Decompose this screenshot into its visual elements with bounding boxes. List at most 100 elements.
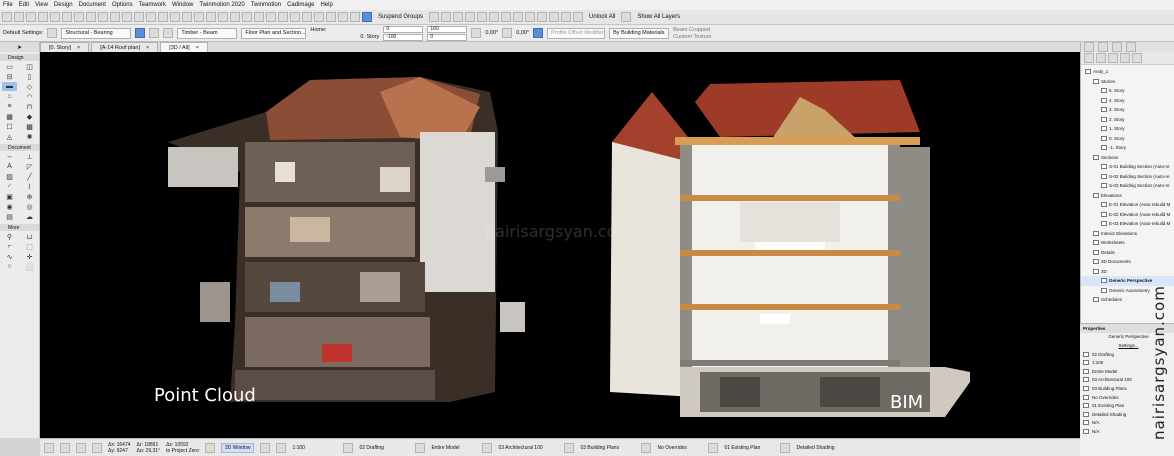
view-map-icon[interactable] — [1098, 42, 1108, 52]
menu-item-view[interactable]: View — [35, 2, 48, 8]
layers-icon[interactable] — [122, 12, 132, 22]
tree-item[interactable]: -1. Story — [1081, 143, 1174, 153]
home-story-value[interactable]: 0. Story — [310, 34, 379, 40]
ungroup-icon[interactable] — [338, 12, 348, 22]
suspend-groups-button[interactable]: Suspend Groups — [378, 14, 423, 20]
slant-angle-field[interactable]: 0,00° — [485, 30, 498, 36]
tree-item[interactable]: Stories — [1081, 77, 1174, 87]
hotspot-tool-icon[interactable]: ✛ — [22, 252, 37, 261]
document-section-header[interactable]: Document — [0, 144, 39, 151]
align-icon[interactable] — [350, 12, 360, 22]
arc-tool-icon[interactable]: ◜ — [2, 182, 17, 191]
menu-item-file[interactable]: File — [3, 2, 13, 8]
lamp-tool-icon[interactable]: ✺ — [22, 132, 37, 141]
door-tool-icon[interactable]: ◫ — [22, 62, 37, 71]
trim-icon[interactable] — [501, 12, 512, 22]
tree-item[interactable]: E-02 Elevation (Auto-rebuild M — [1081, 210, 1174, 220]
redo-icon[interactable] — [62, 12, 72, 22]
menu-item-help[interactable]: Help — [320, 2, 332, 8]
tree-item[interactable]: Sections — [1081, 153, 1174, 163]
menu-item-design[interactable]: Design — [54, 2, 73, 8]
slanted-beam-icon[interactable] — [149, 28, 160, 38]
3d-style-dropdown[interactable]: Detailed Shading — [796, 445, 846, 451]
group-icon[interactable] — [326, 12, 336, 22]
hotlink-icon[interactable] — [266, 12, 276, 22]
more-section-header[interactable]: More — [0, 224, 39, 231]
save-icon[interactable] — [26, 12, 36, 22]
section-icon[interactable] — [194, 12, 204, 22]
publish-icon[interactable] — [290, 12, 300, 22]
line-tool-icon[interactable]: ╱ — [22, 172, 37, 181]
redo-status-icon[interactable] — [60, 442, 70, 453]
tree-item[interactable]: Generic Perspective — [1081, 276, 1174, 286]
text-tool-icon[interactable]: A — [2, 162, 17, 171]
open-file-icon[interactable] — [14, 12, 24, 22]
curved-beam-icon[interactable] — [163, 28, 174, 38]
pen-set-icon[interactable] — [482, 442, 493, 453]
pan-icon[interactable] — [86, 12, 96, 22]
tree-item[interactable]: 4. Story — [1081, 96, 1174, 106]
width-field[interactable]: 160 — [427, 25, 468, 33]
bring-front-icon[interactable] — [441, 12, 452, 22]
menu-item-cadimage[interactable]: Cadimage — [287, 2, 314, 8]
3d-view-icon[interactable] — [182, 12, 192, 22]
column-tool-icon[interactable]: ▯ — [22, 72, 37, 81]
layer-combination-dropdown[interactable]: 02 Drafting — [359, 445, 409, 451]
publisher-icon[interactable] — [1126, 42, 1136, 52]
send-back-icon[interactable] — [453, 12, 464, 22]
zoom-icon[interactable] — [74, 12, 84, 22]
nav-settings-icon[interactable] — [1132, 53, 1142, 63]
menu-item-teamwork[interactable]: Teamwork — [139, 2, 166, 8]
tab-floor-plan[interactable]: [0. Story] × — [40, 42, 90, 52]
floor-plan-section-dropdown[interactable]: Floor Plan and Section... — [241, 27, 307, 39]
resize-icon[interactable] — [525, 12, 536, 22]
wall-tool-icon[interactable]: ▭ — [2, 62, 17, 71]
tree-item[interactable]: Andy_1 — [1081, 67, 1174, 77]
tree-item[interactable]: Elevations — [1081, 191, 1174, 201]
menu-item-document[interactable]: Document — [79, 2, 106, 8]
close-icon[interactable]: × — [146, 45, 149, 51]
profile-offset-modifiers-dropdown[interactable]: Profile Offset Modifiers... — [547, 27, 606, 39]
mvo-dropdown[interactable]: 03 Building Plans — [580, 445, 635, 451]
tree-item[interactable]: S-02 Building Section (Auto-re — [1081, 172, 1174, 182]
offset-bottom-field[interactable]: -100 — [383, 33, 424, 41]
lock-icon[interactable] — [314, 12, 324, 22]
selection-icon[interactable] — [230, 12, 240, 22]
grid-tool-icon[interactable]: ⚲ — [2, 232, 17, 241]
unlock-icon[interactable] — [573, 12, 584, 22]
tab-roof-plan[interactable]: [A-14 Roof plan] × — [91, 42, 159, 52]
print-icon[interactable] — [38, 12, 48, 22]
marquee-icon[interactable] — [218, 12, 228, 22]
nav-publish-icon[interactable] — [1120, 53, 1130, 63]
arrow-tool-icon[interactable]: ➤ — [0, 42, 39, 52]
tree-item[interactable]: Worksheets — [1081, 238, 1174, 248]
suspend-groups-icon[interactable] — [362, 12, 372, 22]
corner-window-tool-icon[interactable]: ⌐ — [2, 242, 17, 251]
model-view-icon[interactable] — [415, 442, 426, 453]
show-all-layers-button[interactable]: Show All Layers — [637, 14, 680, 20]
renovation-icon[interactable] — [708, 442, 719, 453]
tree-item[interactable]: S-01 Building Section (Auto-re — [1081, 162, 1174, 172]
close-icon[interactable]: × — [77, 45, 80, 51]
slab-tool-icon[interactable]: ◇ — [22, 82, 37, 91]
surface-material-dropdown[interactable]: By Building Materials — [609, 27, 670, 39]
pen-set-dropdown[interactable]: 03 Architectural 100 — [498, 445, 558, 451]
nav-project-icon[interactable] — [1084, 53, 1094, 63]
teamwork-icon[interactable] — [278, 12, 288, 22]
nav-fly-icon[interactable] — [276, 442, 287, 453]
tree-item[interactable]: 1. Story — [1081, 124, 1174, 134]
change-tool-icon[interactable]: ☁ — [22, 212, 37, 221]
unlock-all-button[interactable]: Unlock All — [589, 14, 615, 20]
tree-item[interactable]: 0. Story — [1081, 134, 1174, 144]
skylight-tool-icon[interactable]: ⬚ — [22, 242, 37, 251]
drawing-tool-icon[interactable]: ▣ — [2, 192, 17, 201]
menu-item-edit[interactable]: Edit — [19, 2, 29, 8]
mirror-icon[interactable] — [537, 12, 548, 22]
new-file-icon[interactable] — [2, 12, 12, 22]
issue-icon[interactable] — [302, 12, 312, 22]
menu-item-twinmotion[interactable]: Twinmotion — [251, 2, 281, 8]
level-dimension-tool-icon[interactable]: ⊥ — [22, 152, 37, 161]
graphic-override-dropdown[interactable]: No Overrides — [657, 445, 702, 451]
nav-view-icon[interactable] — [1096, 53, 1106, 63]
tree-item[interactable]: 5. Story — [1081, 86, 1174, 96]
